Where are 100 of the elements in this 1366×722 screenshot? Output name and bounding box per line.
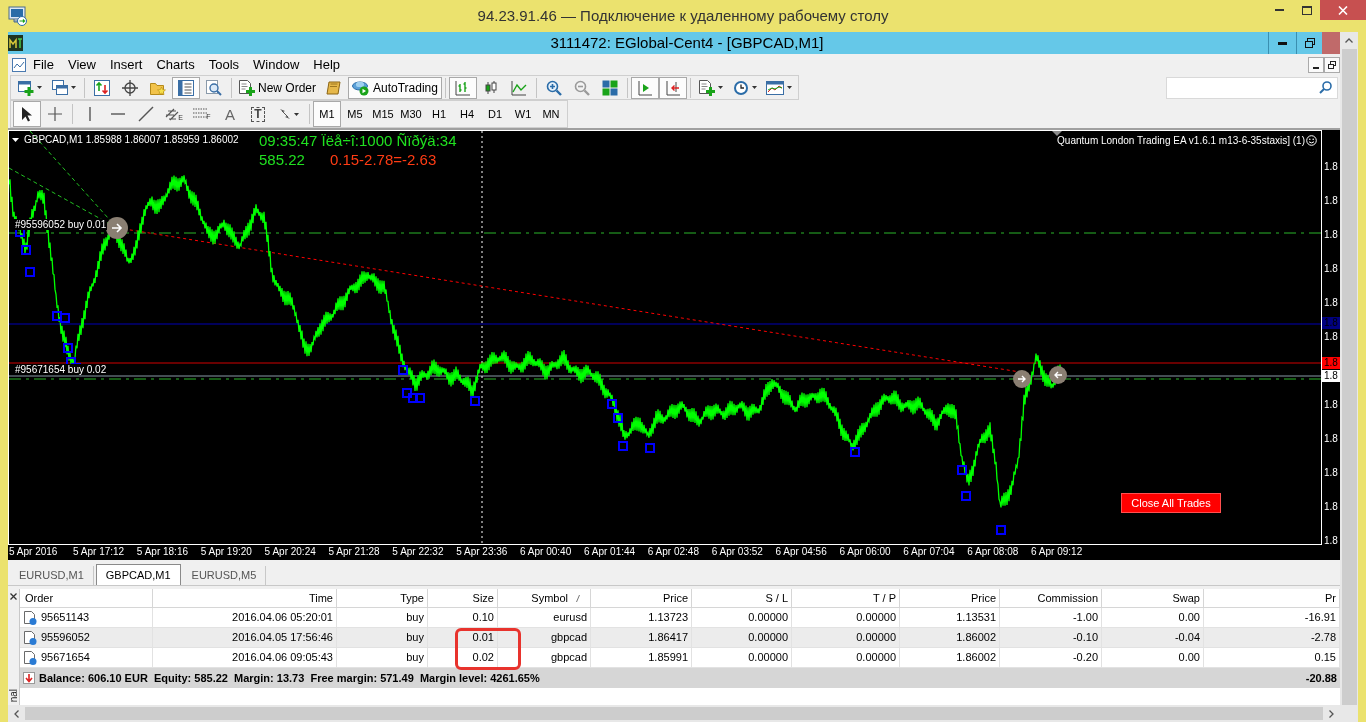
time-label: 5 Apr 20:24 xyxy=(264,546,316,558)
timeframe-button[interactable]: M1 xyxy=(313,101,341,127)
arrows-window-icon xyxy=(94,79,110,96)
time-label: 6 Apr 01:44 xyxy=(583,546,636,558)
vertical-line-icon xyxy=(88,106,92,122)
panel-icon xyxy=(178,79,194,96)
menu-item[interactable]: Charts xyxy=(149,54,202,75)
sort-icon xyxy=(576,594,580,602)
horizontal-scrollbar[interactable] xyxy=(8,705,1340,722)
minimize-button[interactable] xyxy=(1308,56,1324,73)
timeframe-button[interactable]: M15 xyxy=(369,101,397,127)
toolbar-button[interactable] xyxy=(658,76,687,99)
play-icon xyxy=(352,79,370,96)
menu-item[interactable]: File xyxy=(26,54,61,75)
document-icon xyxy=(24,630,37,645)
price-label: 1.8 xyxy=(1324,330,1338,343)
menu-item[interactable]: Tools xyxy=(201,54,247,75)
restore-icon xyxy=(1304,38,1315,48)
price-label: 1.8 xyxy=(1324,262,1338,275)
time-label: 5 Apr 21:28 xyxy=(328,546,380,558)
time-label: 6 Apr 00:40 xyxy=(520,546,572,558)
scroll-up-icon xyxy=(1345,38,1353,43)
price-label: 1.8 xyxy=(1324,398,1338,411)
menu-item[interactable]: Help xyxy=(306,54,348,75)
timeframe-button[interactable]: M5 xyxy=(341,101,369,127)
arrows-icon xyxy=(279,108,291,120)
scroll-right-icon xyxy=(1329,709,1334,718)
cursor-icon xyxy=(21,106,33,122)
candlestick-icon xyxy=(482,79,499,96)
scrollbar-corner xyxy=(1340,705,1358,722)
drawing-tool-button[interactable]: T xyxy=(244,101,272,127)
magnifier-icon xyxy=(206,79,222,96)
time-label: 6 Apr 08:08 xyxy=(967,546,1019,558)
menu-item[interactable]: View xyxy=(60,54,103,75)
zoom-out-icon xyxy=(573,79,590,96)
total-profit: -20.88 xyxy=(1305,670,1337,686)
crosshair-icon xyxy=(47,106,63,122)
toolbar-button[interactable] xyxy=(172,76,200,99)
price-label: 1.8 xyxy=(1324,500,1338,513)
caret-icon xyxy=(786,86,792,89)
timeframe-button[interactable]: D1 xyxy=(481,101,509,127)
timeframe-button[interactable]: M30 xyxy=(397,101,425,127)
horizontal-line-icon xyxy=(110,112,126,116)
drawing-tool-button[interactable]: A xyxy=(216,101,244,127)
table-cell-text: 95671654 xyxy=(41,650,90,666)
arrow-down-icon xyxy=(23,672,35,684)
minimize-icon xyxy=(1278,41,1287,45)
chart-arrow-icon xyxy=(664,79,681,96)
app-logo-icon xyxy=(8,35,23,51)
document-plus-icon xyxy=(698,79,715,96)
zoom-in-icon xyxy=(545,79,562,96)
time-label: 6 Apr 09:12 xyxy=(1031,546,1083,558)
timeframe-button[interactable]: H1 xyxy=(425,101,453,127)
close-button[interactable] xyxy=(1320,0,1366,20)
search-field[interactable] xyxy=(1166,76,1338,99)
timeframe-button[interactable]: MN xyxy=(537,101,565,127)
chart-window-icon xyxy=(765,79,784,96)
table-cell-text: 95596052 xyxy=(41,630,90,646)
clock-icon xyxy=(732,79,749,96)
close-icon xyxy=(10,593,17,600)
toolbar-text-button[interactable]: New Order xyxy=(235,76,320,99)
window-title: 3111472: EGlobal-Cent4 - [GBPCAD,M1] xyxy=(550,33,824,53)
highlight-rectangle xyxy=(455,628,521,670)
caret-icon xyxy=(71,86,76,89)
caret-icon xyxy=(717,86,723,89)
book-icon xyxy=(326,79,342,96)
price-label: 1.8 xyxy=(1324,228,1338,241)
restore-icon xyxy=(1328,60,1336,69)
time-label: 6 Apr 03:52 xyxy=(711,546,763,558)
time-label: 5 Apr 19:20 xyxy=(200,546,252,558)
line-chart-icon xyxy=(510,79,527,96)
table-cell-text: 95651143 xyxy=(41,610,90,626)
chart-tab[interactable]: GBPCAD,M1 xyxy=(95,564,181,585)
window-title: 94.23.91.46 — Подключение к удаленному рабочему столу xyxy=(477,5,889,26)
time-label: 6 Apr 06:00 xyxy=(839,546,891,558)
time-label: 5 Apr 23:36 xyxy=(456,546,508,558)
restore-button[interactable] xyxy=(1324,56,1340,73)
search-icon xyxy=(1319,81,1332,94)
menu-item[interactable]: Insert xyxy=(102,54,150,75)
drawing-tool-button[interactable] xyxy=(13,101,41,127)
scroll-left-icon xyxy=(14,709,19,718)
scrollbar-thumb[interactable] xyxy=(25,707,1323,720)
panel-label: nal xyxy=(8,688,19,702)
time-label: 6 Apr 02:48 xyxy=(647,546,699,558)
diagonal-line-icon xyxy=(138,106,154,122)
monitor-icon xyxy=(8,6,28,26)
bar-chart-icon xyxy=(454,79,471,96)
timeframe-button[interactable]: H4 xyxy=(453,101,481,127)
caret-icon xyxy=(751,86,757,89)
menu-item[interactable]: Window xyxy=(246,54,307,75)
column-header[interactable]: Symbol xyxy=(531,589,568,607)
toolbar-text-button[interactable]: AutoTrading xyxy=(348,76,442,99)
price-label: 1.8 xyxy=(1324,296,1338,309)
close-icon xyxy=(1338,5,1348,15)
toolbar-button[interactable] xyxy=(630,76,659,99)
timeframe-button[interactable]: W1 xyxy=(509,101,537,127)
time-label: 6 Apr 07:04 xyxy=(903,546,955,558)
time-label: 5 Apr 22:32 xyxy=(392,546,444,558)
tiles-icon xyxy=(601,79,618,96)
chart-arrow-icon xyxy=(636,79,653,96)
